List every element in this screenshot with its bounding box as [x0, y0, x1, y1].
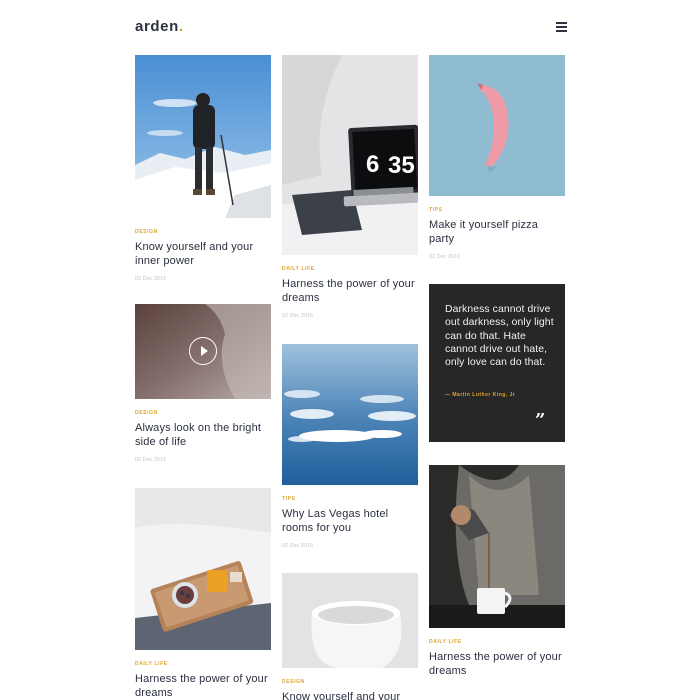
play-icon[interactable]: [189, 337, 217, 365]
post-category[interactable]: Design: [135, 410, 158, 416]
laptop-clock-hour: 6: [366, 151, 379, 178]
quote-text: Darkness cannot drive out darkness, only…: [445, 304, 554, 369]
logo-text: arden: [135, 18, 179, 35]
post-date: 02 Dec 2016: [429, 254, 461, 260]
post-image[interactable]: [135, 55, 271, 218]
post-image[interactable]: [135, 488, 271, 650]
post-image[interactable]: [282, 573, 418, 668]
post-title[interactable]: Know yourself and your inner power: [135, 241, 271, 268]
post-title[interactable]: Why Las Vegas hotel rooms for you: [282, 508, 418, 535]
post-date: 02 Dec 2016: [282, 313, 314, 319]
post-title[interactable]: Make it yourself pizza party: [429, 219, 565, 246]
post-category[interactable]: Design: [282, 679, 305, 685]
post-date: 02 Dec 2016: [282, 543, 314, 549]
post-category[interactable]: Daily Life: [429, 639, 462, 645]
quote-author: — Martin Luther King, Jr: [445, 392, 516, 398]
logo-dot: .: [178, 18, 184, 35]
post-image[interactable]: 6 35: [282, 55, 418, 255]
post-date: 02 Dec 2016: [135, 457, 167, 463]
quote-card[interactable]: Darkness cannot drive out darkness, only…: [429, 284, 565, 442]
post-category[interactable]: Tips: [282, 496, 296, 502]
quote-mark-icon: ”: [535, 410, 546, 431]
site-logo[interactable]: arden.: [135, 18, 184, 35]
hamburger-menu-icon[interactable]: [556, 22, 568, 32]
laptop-clock-minute: 35: [388, 152, 415, 179]
post-category[interactable]: Design: [135, 229, 158, 235]
post-title[interactable]: Always look on the bright side of life: [135, 422, 271, 449]
post-title[interactable]: Know yourself and your: [282, 691, 418, 700]
post-date: 02 Dec 2016: [135, 276, 167, 282]
post-image[interactable]: [429, 55, 565, 196]
post-title[interactable]: Harness the power of your dreams: [135, 673, 271, 700]
post-category[interactable]: Daily Life: [282, 266, 315, 272]
post-title[interactable]: Harness the power of your dreams: [282, 278, 418, 305]
post-image[interactable]: [429, 465, 565, 628]
post-image[interactable]: [282, 344, 418, 485]
post-title[interactable]: Harness the power of your dreams: [429, 651, 565, 678]
site-header: arden.: [0, 0, 700, 55]
post-category[interactable]: Tips: [429, 207, 443, 213]
post-category[interactable]: Daily Life: [135, 661, 168, 667]
